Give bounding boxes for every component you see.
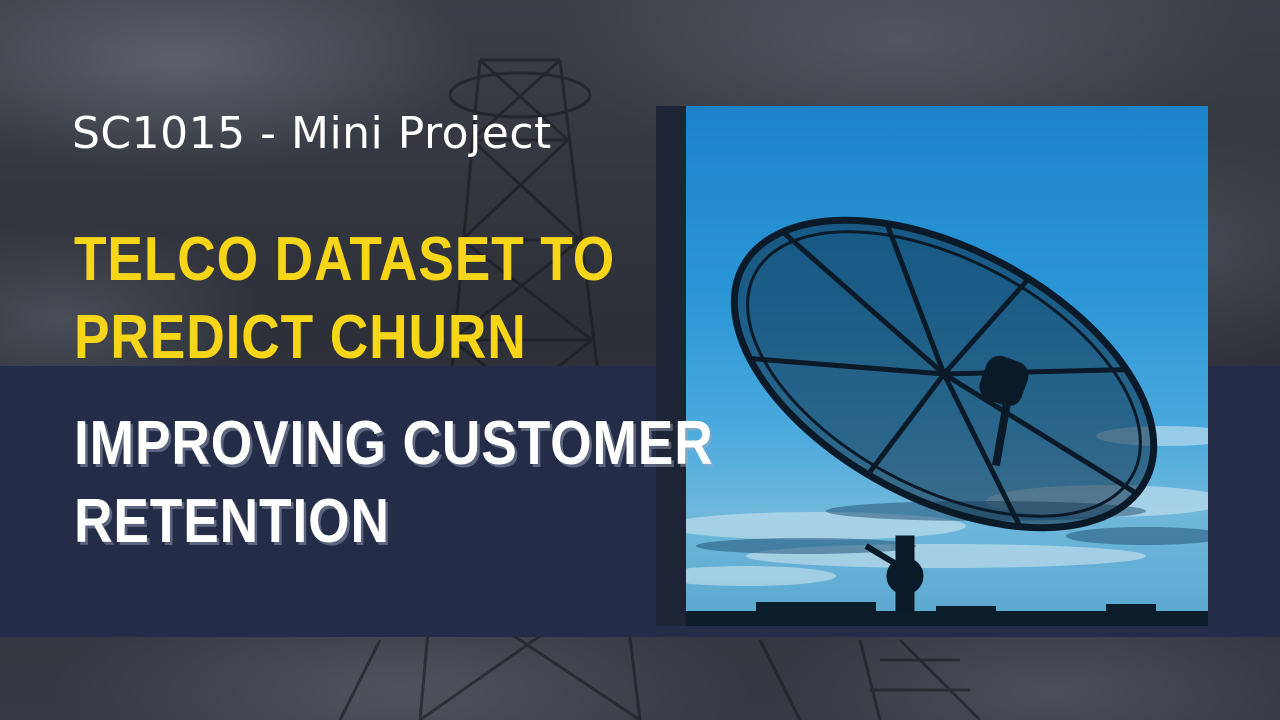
subtitle: SC1015 - Mini Project: [72, 108, 552, 159]
satellite-dish-icon: [686, 216, 1208, 626]
title-line-1: TELCO DATASET TO: [74, 225, 616, 294]
tagline-line-2: RETENTION: [74, 487, 390, 556]
satellite-dish-photo: [686, 106, 1208, 626]
tagline-line-1: IMPROVING CUSTOMER: [74, 409, 714, 478]
title-line-2: PREDICT CHURN: [74, 303, 527, 372]
title-slide: SC1015 - Mini Project TELCO DATASET TO P…: [0, 0, 1280, 720]
photo-frame-shadow: [656, 106, 690, 626]
